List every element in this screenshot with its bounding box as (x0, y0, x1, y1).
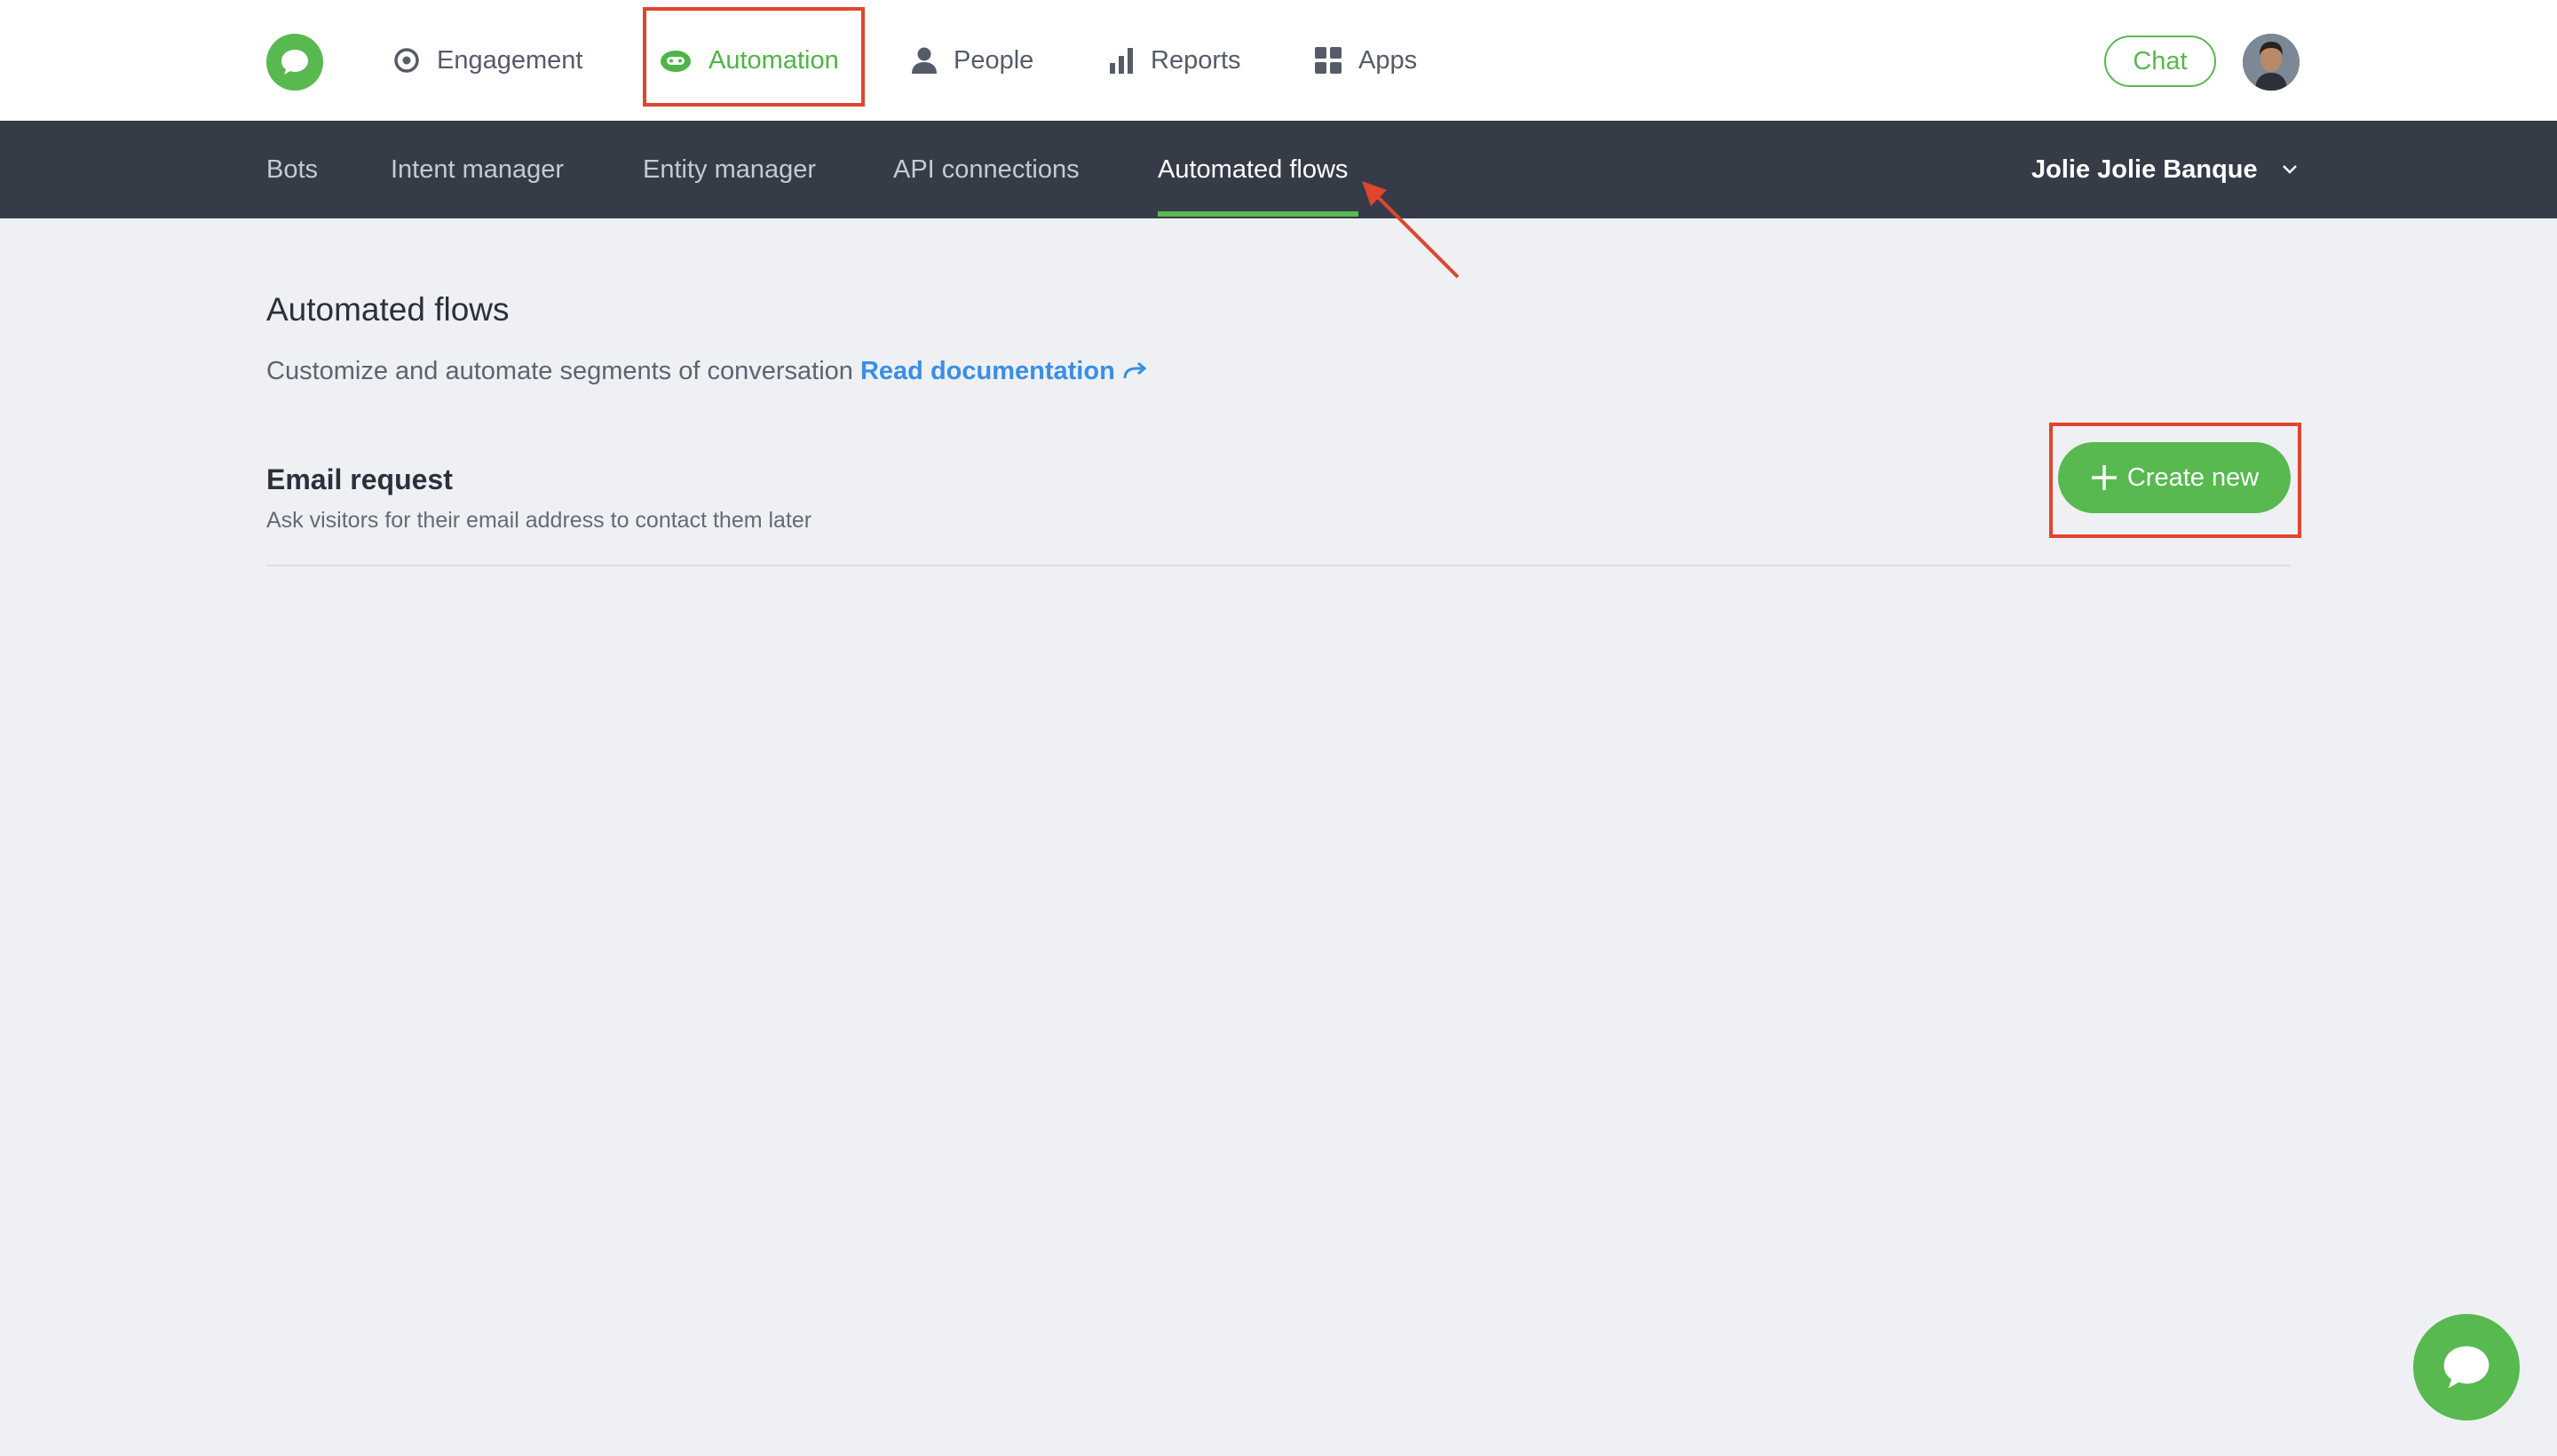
nav-automation-label: Automation (709, 45, 839, 75)
subnav-intent-manager[interactable]: Intent manager (391, 121, 564, 218)
create-new-label: Create new (2126, 463, 2260, 492)
chat-bubble-icon (2443, 1346, 2490, 1389)
logo[interactable] (266, 34, 323, 91)
person-icon (912, 47, 937, 74)
read-documentation-label: Read documentation (859, 357, 1115, 385)
nav-reports[interactable]: Reports (1108, 34, 1241, 87)
nav-people[interactable]: People (911, 34, 1033, 87)
account-switcher[interactable]: Jolie Jolie Banque (2031, 121, 2299, 218)
nav-reports-label: Reports (1151, 45, 1241, 75)
account-name: Jolie Jolie Banque (2031, 154, 2258, 184)
flow-divider (266, 565, 2291, 566)
chat-bubble-icon (281, 50, 308, 75)
nav-apps[interactable]: Apps (1314, 34, 1417, 87)
nav-engagement[interactable]: Engagement (392, 34, 582, 87)
avatar[interactable] (2243, 34, 2300, 91)
grid-icon (1315, 47, 1342, 74)
bar-chart-icon (1110, 48, 1133, 74)
chevron-down-icon (2282, 165, 2297, 174)
flow-description: Ask visitors for their email address to … (266, 508, 812, 533)
page-description: Customize and automate segments of conve… (266, 357, 1147, 386)
plus-icon (2091, 465, 2117, 490)
subnav-api-connections[interactable]: API connections (893, 121, 1080, 218)
chat-button[interactable]: Chat (2104, 36, 2216, 87)
read-documentation-link[interactable]: Read documentation (860, 357, 1147, 385)
nav-people-label: People (954, 45, 1034, 75)
subnav-automated-flows[interactable]: Automated flows (1158, 121, 1348, 218)
flow-title: Email request (266, 463, 453, 495)
page-title: Automated flows (266, 291, 510, 328)
external-link-arrow-icon (1123, 361, 1147, 379)
create-new-button[interactable]: Create new (2058, 442, 2291, 513)
nav-engagement-label: Engagement (437, 45, 583, 75)
target-icon (394, 48, 419, 73)
top-navigation-bar: Engagement Automation People Reports App… (0, 0, 2557, 121)
subnav-entity-manager[interactable]: Entity manager (643, 121, 816, 218)
robot-icon (661, 51, 691, 72)
nav-automation[interactable]: Automation (659, 34, 839, 87)
annotation-arrow (1362, 181, 1460, 279)
chat-widget-button[interactable] (2413, 1314, 2520, 1420)
nav-apps-label: Apps (1358, 45, 1418, 75)
subnav-bots[interactable]: Bots (266, 121, 318, 218)
active-tab-indicator (1158, 211, 1358, 217)
page-description-text: Customize and automate segments of conve… (266, 357, 853, 385)
user-avatar-icon (2243, 34, 2300, 91)
